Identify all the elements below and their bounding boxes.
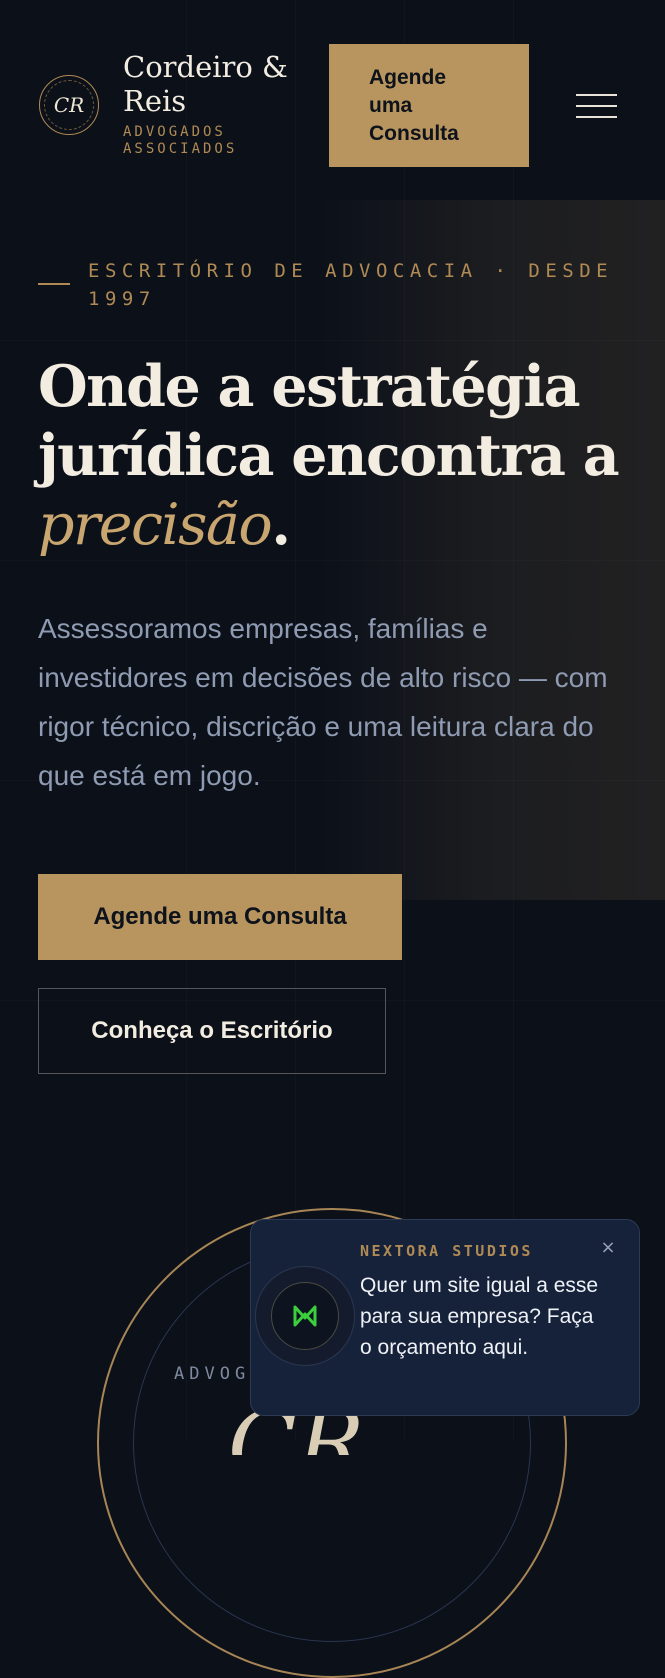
headline-main: Onde a estratégia jurídica encontra a [38,353,620,489]
brand-subtitle: ADVOGADOS ASSOCIADOS [123,124,238,157]
grid-line [0,340,665,341]
headline-accent: precisão [38,492,273,558]
promo-brand: NEXTORA STUDIOS [360,1242,533,1260]
nextora-logo-icon[interactable] [271,1282,339,1350]
brand-logo[interactable]: CR [39,75,99,135]
primary-consult-button[interactable]: Agende uma Consulta [38,874,402,960]
hamburger-icon [576,105,617,107]
promo-message-link[interactable]: Quer um site igual a esse para sua empre… [360,1270,610,1363]
headline-end: . [271,491,291,558]
menu-button[interactable] [573,88,619,124]
eyebrow-rule [38,283,70,285]
hero-headline: Onde a estratégia jurídica encontra a pr… [38,352,658,560]
hero-lede: Assessoramos empresas, famílias e invest… [38,613,608,791]
hero-eyebrow: ESCRITÓRIO DE ADVOCACIA · DESDE 1997 [88,260,614,310]
about-office-button[interactable]: Conheça o Escritório [38,988,386,1074]
grid-line [0,560,665,561]
hamburger-icon [576,116,617,118]
brand-name[interactable]: Cordeiro & Reis [123,50,308,118]
hamburger-icon [576,94,617,96]
header-consult-button[interactable]: Agende uma Consulta [329,44,529,167]
brand-monogram: CR [53,93,85,117]
close-icon[interactable]: × [596,1236,620,1260]
nextora-logo-glyph [293,1305,317,1327]
